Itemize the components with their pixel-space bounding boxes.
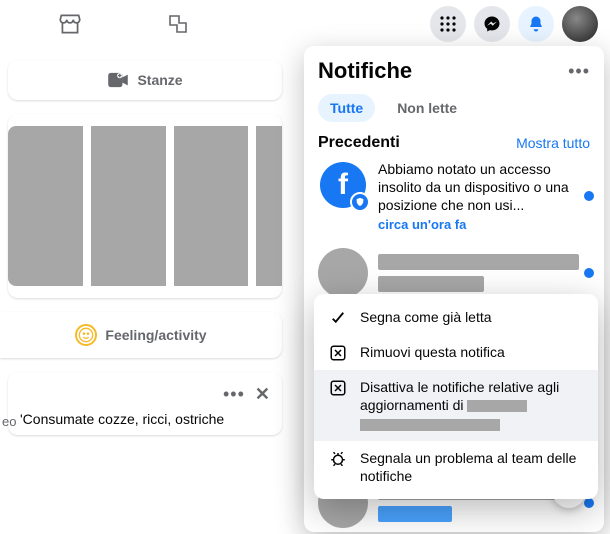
messenger-icon[interactable] [474,6,510,42]
ctx-disable-updates[interactable]: Disattiva le notifiche relative agli agg… [314,370,598,441]
facebook-badge-icon: f [318,160,368,210]
notification-context-menu: Segna come già letta Rimuovi questa noti… [314,294,598,499]
unread-dot-icon [584,191,594,201]
ctx-mark-read[interactable]: Segna come già letta [314,300,598,335]
panel-more-icon[interactable]: ••• [568,61,590,82]
menu-grid-icon[interactable] [430,6,466,42]
story-tile[interactable] [8,126,83,286]
x-box-icon [328,379,348,397]
story-tile[interactable] [174,126,249,286]
topbar [0,0,610,48]
gaming-icon[interactable] [164,10,192,38]
cut-text: eo [0,414,16,429]
composer-feeling[interactable]: Feeling/activity [0,312,282,358]
smile-icon [75,324,97,346]
stories-card [8,114,282,298]
avatar [318,248,368,298]
show-all-link[interactable]: Mostra tutto [516,135,590,151]
feeling-label: Feeling/activity [105,327,206,343]
notification-time: circa un'ora fa [378,217,590,232]
check-icon [328,309,348,327]
topbar-actions [430,6,598,42]
tab-unread[interactable]: Non lette [385,94,469,122]
topbar-nav [12,10,192,38]
left-column: Stanze Feeling/activity ••• ✕ 'Consumate… [0,60,290,449]
video-icon [107,72,129,88]
notification-text: Abbiamo notato un accesso insolito da un… [378,160,590,215]
unread-dot-icon [584,268,594,278]
notif-tabs: Tutte Non lette [304,90,604,130]
marketplace-icon[interactable] [56,10,84,38]
story-tile[interactable] [91,126,166,286]
rooms-card[interactable]: Stanze [8,60,282,100]
panel-title: Notifiche [318,58,412,84]
section-previous: Precedenti [318,134,400,152]
notifications-icon[interactable] [518,6,554,42]
notification-item[interactable]: f Abbiamo notato un accesso insolito da … [304,154,604,238]
rooms-label: Stanze [137,72,182,88]
ctx-report[interactable]: Segnala un problema al team delle notifi… [314,441,598,493]
avatar[interactable] [562,6,598,42]
ctx-remove[interactable]: Rimuovi questa notifica [314,335,598,370]
bug-icon [328,450,348,468]
post-more-icon[interactable]: ••• [223,384,245,405]
post-text: 'Consumate cozze, ricci, ostriche [8,409,282,427]
tab-all[interactable]: Tutte [318,94,375,122]
story-tile[interactable] [256,126,282,286]
unread-dot-icon [584,498,594,508]
post-card: ••• ✕ 'Consumate cozze, ricci, ostriche [8,372,282,435]
post-close-icon[interactable]: ✕ [255,384,270,405]
shield-icon [350,192,370,212]
x-box-icon [328,344,348,362]
